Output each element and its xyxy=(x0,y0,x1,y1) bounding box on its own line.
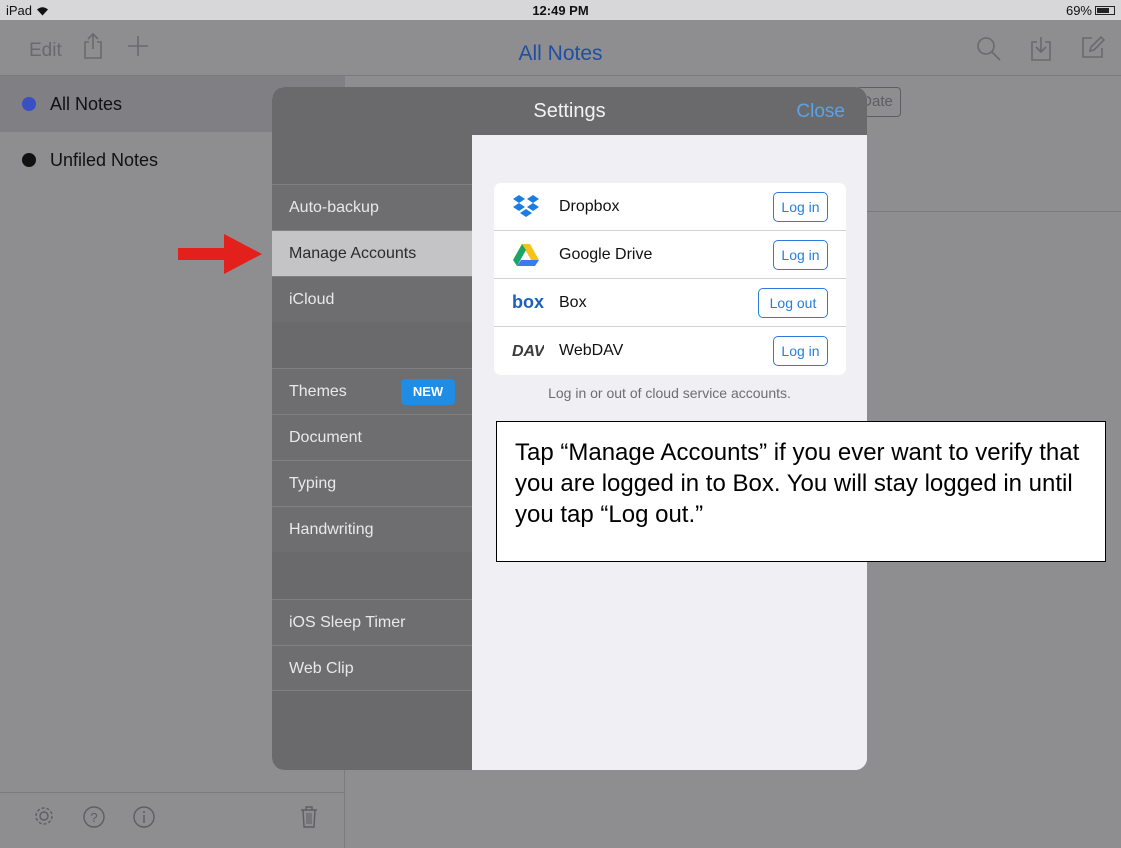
account-row-dropbox: Dropbox Log in xyxy=(494,183,846,231)
trash-icon[interactable] xyxy=(299,805,319,835)
google-drive-login-button[interactable]: Log in xyxy=(773,240,828,270)
sidebar-toolbar: ? xyxy=(0,792,345,848)
accounts-footer-note: Log in or out of cloud service accounts. xyxy=(548,385,791,401)
menu-item-typing[interactable]: Typing xyxy=(272,460,472,506)
menu-item-handwriting[interactable]: Handwriting xyxy=(272,506,472,552)
info-icon[interactable] xyxy=(132,805,156,835)
settings-title: Settings xyxy=(533,100,606,122)
sidebar-item-label: Unfiled Notes xyxy=(50,149,159,170)
account-row-google-drive: Google Drive Log in xyxy=(494,231,846,279)
search-icon[interactable] xyxy=(976,36,1002,66)
account-name: WebDAV xyxy=(559,342,624,359)
account-row-webdav: DAV WebDAV Log in xyxy=(494,327,846,375)
battery-status: 69% xyxy=(1066,3,1115,18)
new-badge: NEW xyxy=(401,379,455,405)
red-arrow-icon xyxy=(178,232,262,281)
menu-item-manage-accounts[interactable]: Manage Accounts xyxy=(272,230,472,276)
help-icon[interactable]: ? xyxy=(82,805,106,835)
webdav-login-button[interactable]: Log in xyxy=(773,336,828,366)
status-time: 12:49 PM xyxy=(532,3,589,18)
google-drive-icon xyxy=(512,242,540,268)
nav-bar: Edit All Notes xyxy=(0,20,1121,76)
gear-icon[interactable] xyxy=(33,805,55,833)
menu-item-web-clip[interactable]: Web Clip xyxy=(272,645,472,691)
menu-item-auto-backup[interactable]: Auto-backup xyxy=(272,184,472,230)
compose-icon[interactable] xyxy=(1080,34,1106,64)
box-icon: box xyxy=(512,290,544,316)
account-row-box: box Box Log out xyxy=(494,279,846,327)
list-divider xyxy=(866,211,1121,212)
menu-item-label: Themes xyxy=(289,383,347,400)
import-icon[interactable] xyxy=(1030,34,1052,66)
menu-item-themes[interactable]: Themes NEW xyxy=(272,368,472,414)
webdav-icon: DAV xyxy=(512,338,546,364)
page-title: All Notes xyxy=(518,42,603,65)
svg-text:box: box xyxy=(512,292,544,312)
battery-percent: 69% xyxy=(1065,3,1092,18)
dropbox-icon xyxy=(512,194,540,220)
account-name: Dropbox xyxy=(559,198,620,215)
account-name: Box xyxy=(559,294,587,311)
sidebar-item-label: All Notes xyxy=(50,93,123,114)
settings-header: Settings Close xyxy=(272,87,867,135)
unfiled-notes-dot-icon xyxy=(22,153,36,167)
close-button[interactable]: Close xyxy=(796,101,845,123)
instruction-callout: Tap “Manage Accounts” if you ever want t… xyxy=(496,421,1106,562)
dropbox-login-button[interactable]: Log in xyxy=(773,192,828,222)
battery-icon xyxy=(1095,6,1115,15)
svg-text:?: ? xyxy=(90,810,97,825)
svg-text:DAV: DAV xyxy=(512,343,544,360)
all-notes-dot-icon xyxy=(22,97,36,111)
settings-menu: Auto-backup Manage Accounts iCloud Theme… xyxy=(272,135,472,770)
menu-item-icloud[interactable]: iCloud xyxy=(272,276,472,322)
status-bar: iPad 12:49 PM 69% xyxy=(0,0,1121,20)
menu-item-ios-sleep-timer[interactable]: iOS Sleep Timer xyxy=(272,599,472,645)
account-name: Google Drive xyxy=(559,246,653,263)
menu-item-document[interactable]: Document xyxy=(272,414,472,460)
accounts-list: Dropbox Log in Google Drive Log in box B… xyxy=(494,183,846,375)
box-logout-button[interactable]: Log out xyxy=(758,288,828,318)
